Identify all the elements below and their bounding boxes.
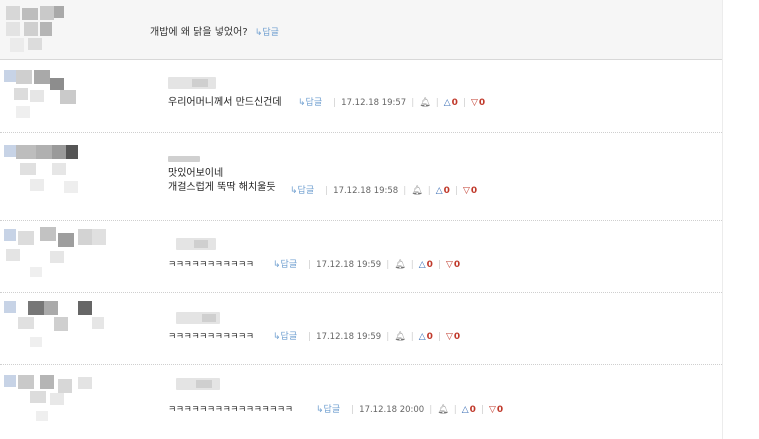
comment-line: 맛있어보이네 xyxy=(168,168,224,179)
nickname-blur xyxy=(168,156,200,162)
comment-line: ㅋㅋㅋㅋㅋㅋㅋㅋㅋㅋㅋㅋㅋㅋㅋㅋ xyxy=(168,405,293,415)
avatar xyxy=(0,0,118,59)
comment-meta: ↳답글 | 17.12.18 19:57 | 🔔︎ | △ 0 | ▽ 0 xyxy=(298,97,486,109)
comment-row: 우리어머니께서 만드신건데 ↳답글 | 17.12.18 19:57 | 🔔︎ … xyxy=(0,60,722,133)
comment-meta: ↳답글 | 17.12.18 19:59 | 🔔︎ | △ 0 | ▽ 0 xyxy=(273,259,461,271)
avatar xyxy=(0,365,118,438)
thumbs-down-icon[interactable]: ▽ xyxy=(471,97,478,109)
comment-body: ㅋㅋㅋㅋㅋㅋㅋㅋㅋㅋㅋ xyxy=(168,330,254,344)
comment-body: ㅋㅋㅋㅋㅋㅋㅋㅋㅋㅋㅋ xyxy=(168,258,254,272)
post-body: 개밥에 왜 닭을 넣었어? xyxy=(150,27,248,38)
thumbs-down-icon[interactable]: ▽ xyxy=(463,185,470,197)
like-count: 0 xyxy=(451,98,458,108)
thumbs-up-icon[interactable]: △ xyxy=(436,185,443,197)
thumbs-down-icon[interactable]: ▽ xyxy=(446,331,453,343)
comment-row: 맛있어보이네 개걸스럽게 뚝딱 해치울듯 ↳답글 | 17.12.18 19:5… xyxy=(0,133,722,221)
thumbs-up-icon[interactable]: △ xyxy=(419,331,426,343)
comment-body: 우리어머니께서 만드신건데 xyxy=(168,96,282,110)
comment-date: 17.12.18 20:00 xyxy=(359,405,425,415)
comment-date: 17.12.18 19:58 xyxy=(333,186,399,196)
comment-body: 맛있어보이네 개걸스럽게 뚝딱 해치울듯 xyxy=(168,167,276,195)
like-count: 0 xyxy=(469,405,476,415)
post-text: 개밥에 왜 닭을 넣었어? ↳답글 xyxy=(150,23,279,38)
avatar xyxy=(0,60,118,132)
bell-icon[interactable]: 🔔︎ xyxy=(411,185,422,197)
reply-link[interactable]: ↳답글 xyxy=(255,28,279,38)
nickname-blur xyxy=(176,238,216,250)
comment-body: ㅋㅋㅋㅋㅋㅋㅋㅋㅋㅋㅋㅋㅋㅋㅋㅋ xyxy=(168,403,293,417)
nickname-blur xyxy=(176,312,220,324)
comment-row: ㅋㅋㅋㅋㅋㅋㅋㅋㅋㅋㅋ ↳답글 | 17.12.18 19:59 | 🔔︎ | … xyxy=(0,293,722,365)
reply-link[interactable]: ↳답글 xyxy=(290,185,314,197)
comment-line: ㅋㅋㅋㅋㅋㅋㅋㅋㅋㅋㅋ xyxy=(168,260,254,270)
avatar xyxy=(0,221,118,292)
comment-date: 17.12.18 19:59 xyxy=(316,332,382,342)
comment-date: 17.12.18 19:57 xyxy=(341,98,407,108)
thumbs-up-icon[interactable]: △ xyxy=(462,404,469,416)
dislike-count: 0 xyxy=(453,260,461,270)
comment-line: 우리어머니께서 만드신건데 xyxy=(168,97,282,108)
thumbs-up-icon[interactable]: △ xyxy=(419,259,426,271)
like-count: 0 xyxy=(426,332,433,342)
comment-line: ㅋㅋㅋㅋㅋㅋㅋㅋㅋㅋㅋ xyxy=(168,332,254,342)
bell-icon[interactable]: 🔔︎ xyxy=(419,97,430,109)
comment-row: ㅋㅋㅋㅋㅋㅋㅋㅋㅋㅋㅋㅋㅋㅋㅋㅋ ↳답글 | 17.12.18 20:00 | … xyxy=(0,365,722,438)
nickname-blur xyxy=(176,378,220,390)
comment-line: 개걸스럽게 뚝딱 해치울듯 xyxy=(168,182,276,193)
like-count: 0 xyxy=(443,186,450,196)
comment-date: 17.12.18 19:59 xyxy=(316,260,382,270)
dislike-count: 0 xyxy=(478,98,486,108)
comment-row: ㅋㅋㅋㅋㅋㅋㅋㅋㅋㅋㅋ ↳답글 | 17.12.18 19:59 | 🔔︎ | … xyxy=(0,221,722,293)
right-border xyxy=(722,0,723,439)
avatar xyxy=(0,133,118,220)
avatar xyxy=(0,293,118,364)
bell-icon[interactable]: 🔔︎ xyxy=(394,259,405,271)
thumbs-down-icon[interactable]: ▽ xyxy=(446,259,453,271)
reply-link[interactable]: ↳답글 xyxy=(273,331,297,343)
dislike-count: 0 xyxy=(470,186,478,196)
comment-meta: ↳답글 | 17.12.18 19:59 | 🔔︎ | △ 0 | ▽ 0 xyxy=(273,331,461,343)
bell-icon[interactable]: 🔔︎ xyxy=(394,331,405,343)
thumbs-up-icon[interactable]: △ xyxy=(444,97,451,109)
post-row: 개밥에 왜 닭을 넣었어? ↳답글 xyxy=(0,0,722,60)
reply-link[interactable]: ↳답글 xyxy=(316,404,340,416)
comment-meta: ↳답글 | 17.12.18 19:58 | 🔔︎ | △ 0 | ▽ 0 xyxy=(290,185,478,197)
thumbs-down-icon[interactable]: ▽ xyxy=(489,404,496,416)
nickname-blur xyxy=(168,77,216,89)
comment-meta: ↳답글 | 17.12.18 20:00 | 🔔︎ | △ 0 | ▽ 0 xyxy=(316,404,504,416)
reply-link[interactable]: ↳답글 xyxy=(298,97,322,109)
dislike-count: 0 xyxy=(453,332,461,342)
reply-link[interactable]: ↳답글 xyxy=(273,259,297,271)
bell-icon[interactable]: 🔔︎ xyxy=(437,404,448,416)
like-count: 0 xyxy=(426,260,433,270)
dislike-count: 0 xyxy=(496,405,504,415)
